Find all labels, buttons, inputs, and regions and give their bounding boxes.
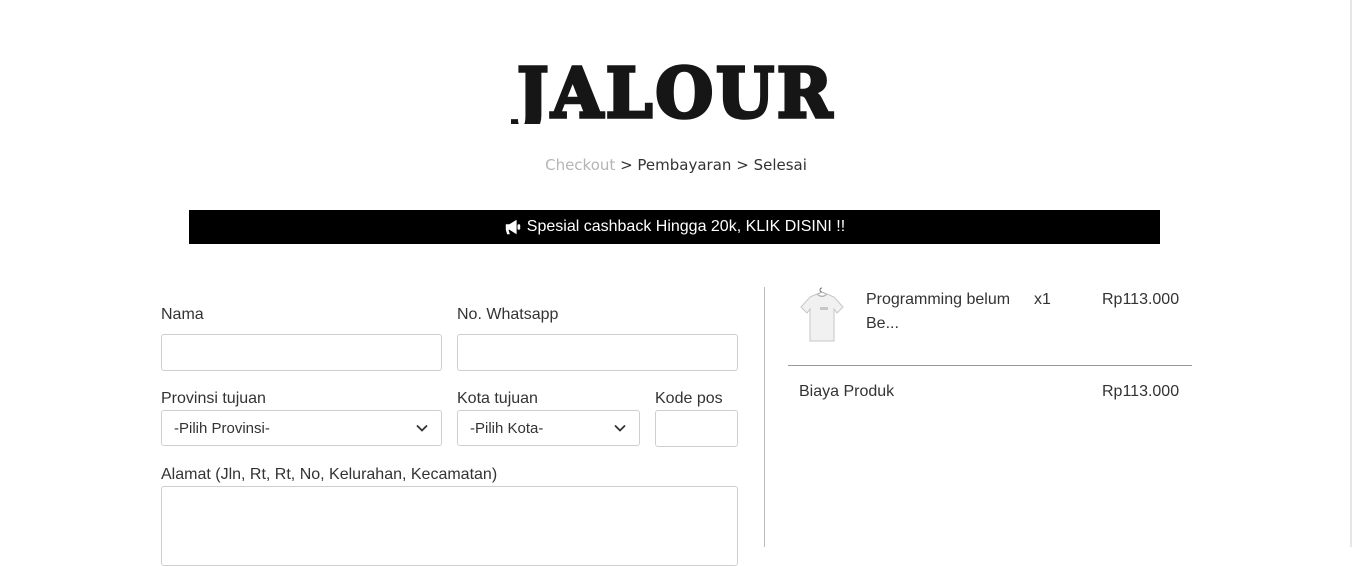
column-divider [764,287,765,547]
cart-item-price: Rp113.000 [1102,291,1180,308]
city-label: Kota tujuan [457,390,538,407]
city-select[interactable]: -Pilih Kota- [457,410,640,446]
summary-value: Rp113.000 [1102,383,1180,400]
postal-code-label: Kode pos [655,390,723,407]
chevron-down-icon [416,424,428,432]
logo[interactable]: JALOUR [0,44,1352,124]
name-input[interactable] [161,334,442,371]
province-selected-value: -Pilih Provinsi- [174,419,270,437]
cart-divider [788,365,1192,366]
cart-item-name-line1: Programming belum [866,291,1011,308]
promo-banner-text: Spesial cashback Hingga 20k, KLIK DISINI… [526,218,846,235]
logo-text: JALOUR [512,54,835,124]
city-selected-value: -Pilih Kota- [470,419,544,437]
address-label: Alamat (Jln, Rt, Rt, No, Kelurahan, Keca… [161,466,498,483]
megaphone-icon [505,219,520,235]
whatsapp-label: No. Whatsapp [457,306,559,323]
summary-label: Biaya Produk [799,383,895,400]
breadcrumb-step-checkout[interactable]: Checkout [545,156,615,174]
logo-mark: JALOUR [511,52,835,124]
address-textarea[interactable] [161,486,738,566]
tshirt-icon [800,287,844,342]
breadcrumb: Checkout > Pembayaran > Selesai [0,156,1352,174]
breadcrumb-separator: > [736,156,749,174]
postal-code-input[interactable] [655,410,738,447]
cart-item-name-line2: Be... [866,315,899,332]
name-label: Nama [161,306,204,323]
province-select[interactable]: -Pilih Provinsi- [161,410,442,446]
cart-item-quantity: x1 [1034,291,1051,308]
chevron-down-icon [614,424,626,432]
province-label: Provinsi tujuan [161,390,266,407]
breadcrumb-step-selesai[interactable]: Selesai [754,156,807,174]
breadcrumb-step-pembayaran[interactable]: Pembayaran [637,156,731,174]
whatsapp-input[interactable] [457,334,738,371]
promo-banner[interactable]: Spesial cashback Hingga 20k, KLIK DISINI… [189,210,1160,244]
breadcrumb-separator: > [620,156,633,174]
